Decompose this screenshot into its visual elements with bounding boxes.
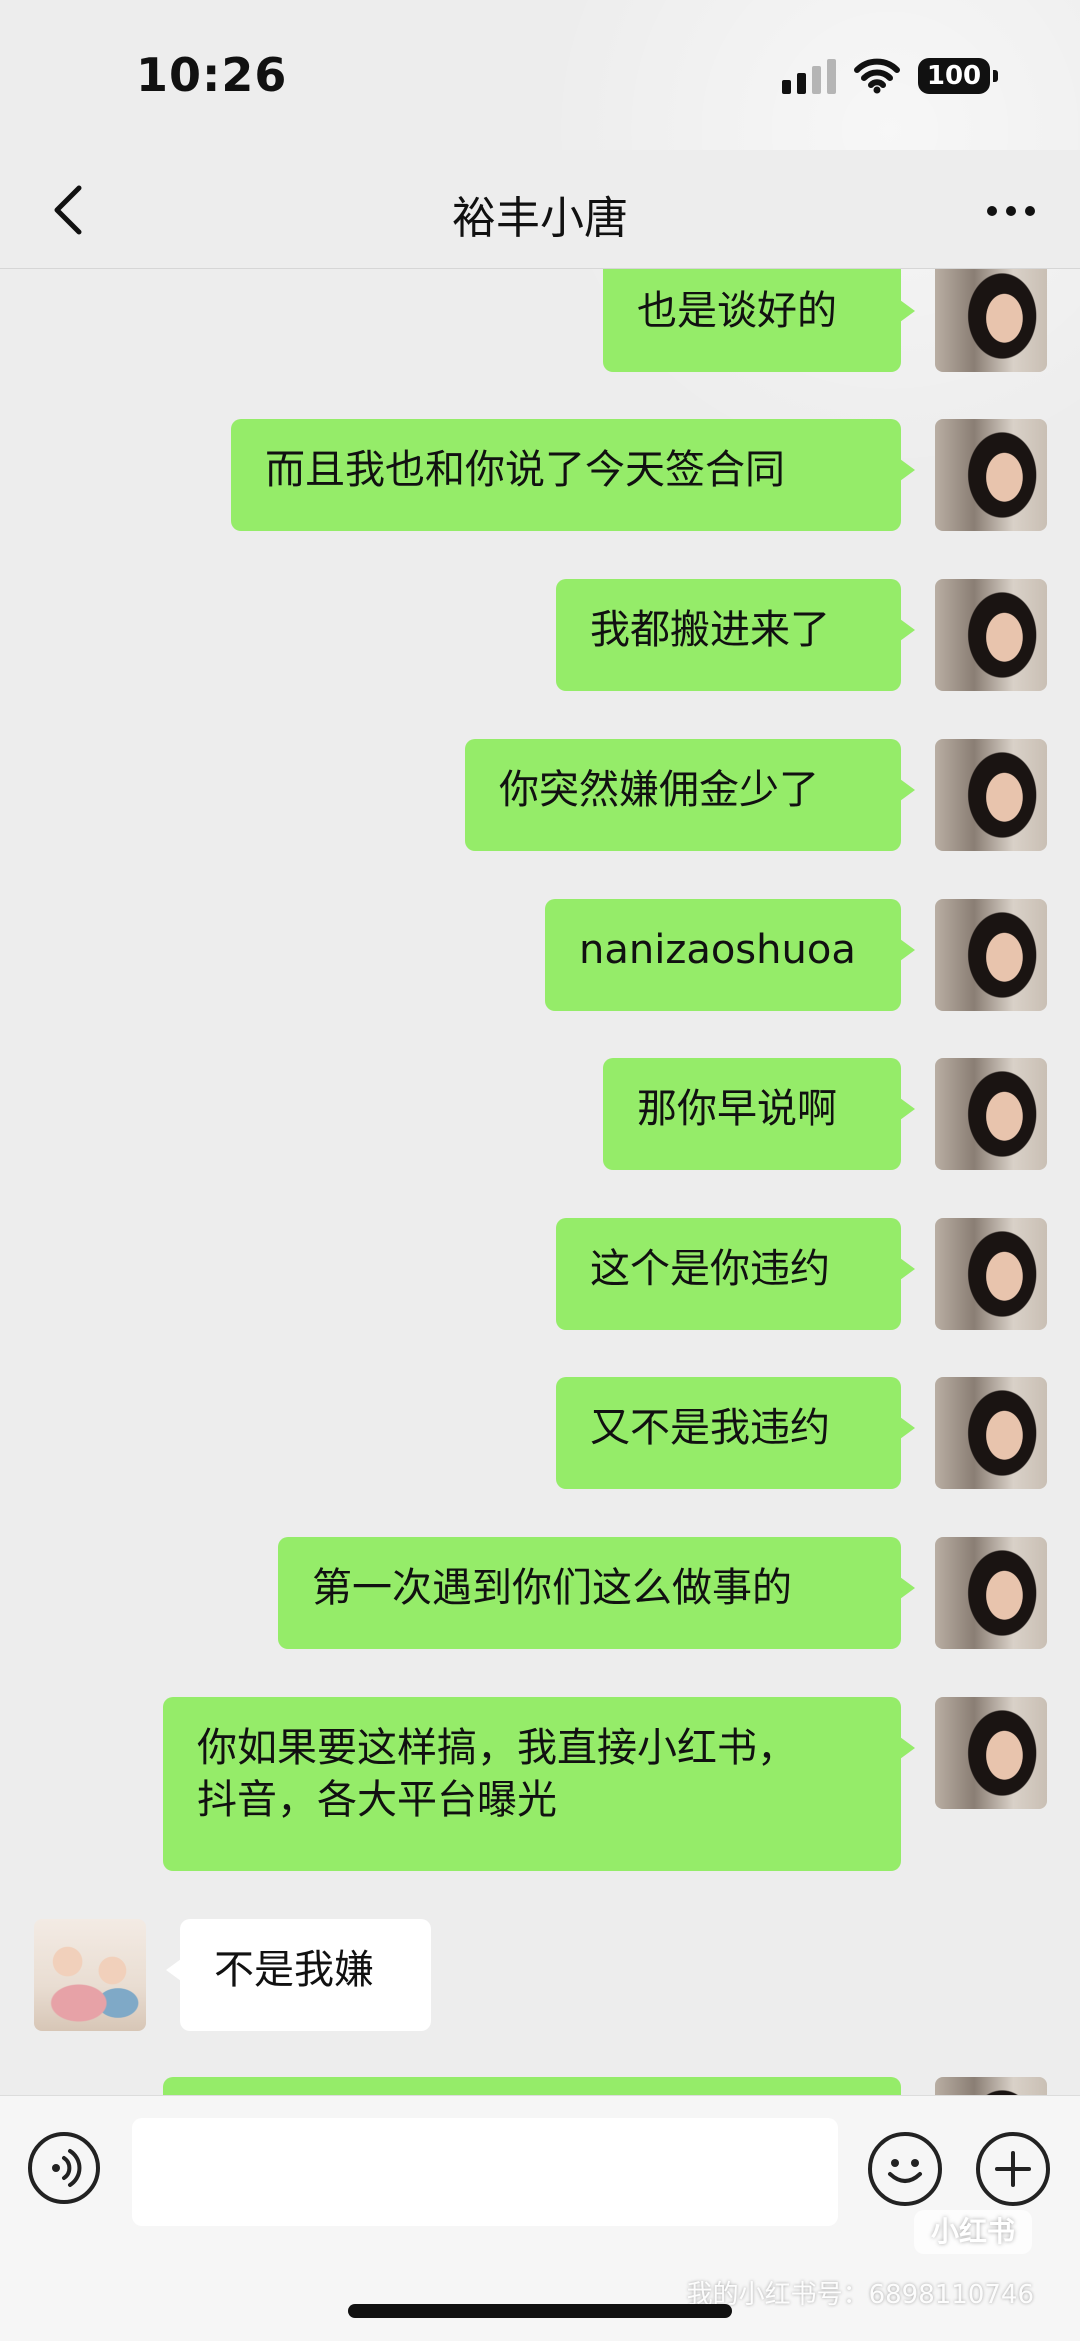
message-bubble[interactable]: 第一次遇到你们这么做事的: [278, 1537, 915, 1649]
status-time: 10:26: [136, 48, 288, 102]
chat-screen: 10:26 100 裕丰小唐 也是谈好的 而且我也和你说了今天签合同 我都搬进来…: [0, 0, 1080, 2341]
my-avatar[interactable]: [935, 1537, 1047, 1649]
plus-icon: [995, 2151, 1031, 2187]
wifi-icon: [854, 58, 900, 94]
message-input[interactable]: [132, 2118, 838, 2226]
more-dots-icon: [987, 206, 997, 216]
my-avatar[interactable]: [935, 269, 1047, 372]
status-bar: 10:26 100: [0, 0, 1080, 150]
message-bubble[interactable]: [163, 2077, 901, 2095]
message-bubble[interactable]: 也是谈好的: [603, 269, 915, 372]
my-avatar[interactable]: [935, 899, 1047, 1011]
status-icons: 100: [782, 58, 998, 94]
emoji-button[interactable]: [868, 2132, 942, 2206]
message-row: [0, 2077, 1080, 2095]
message-row: 你如果要这样搞，我直接小红书， 抖音，各大平台曝光: [0, 1697, 1080, 1871]
message-bubble[interactable]: 我都搬进来了: [556, 579, 915, 691]
message-row: 我都搬进来了: [0, 579, 1080, 691]
my-avatar[interactable]: [935, 579, 1047, 691]
xiaohongshu-watermark-logo: 小红书: [914, 2210, 1032, 2254]
my-avatar[interactable]: [935, 739, 1047, 851]
cellular-signal-icon: [782, 58, 836, 94]
message-bubble[interactable]: nanizaoshuoa: [545, 899, 915, 1011]
my-avatar[interactable]: [935, 419, 1047, 531]
message-row: 这个是你违约: [0, 1218, 1080, 1330]
message-row: 那你早说啊: [0, 1058, 1080, 1170]
watermark-id: 我的小红书号：6898110746: [686, 2280, 1034, 2310]
message-row: 第一次遇到你们这么做事的: [0, 1537, 1080, 1649]
message-row: 而且我也和你说了今天签合同: [0, 419, 1080, 531]
message-bubble[interactable]: 而且我也和你说了今天签合同: [231, 419, 915, 531]
message-row: 也是谈好的: [0, 269, 1080, 372]
my-avatar[interactable]: [935, 1377, 1047, 1489]
message-row: nanizaoshuoa: [0, 899, 1080, 1011]
my-avatar[interactable]: [935, 1218, 1047, 1330]
battery-indicator: 100: [918, 58, 998, 94]
message-bubble[interactable]: 又不是我违约: [556, 1377, 915, 1489]
more-actions-button[interactable]: [976, 2132, 1050, 2206]
message-row-incoming: 不是我嫌: [0, 1919, 1080, 2031]
message-bubble[interactable]: 你突然嫌佣金少了: [465, 739, 915, 851]
voice-input-button[interactable]: [28, 2132, 100, 2204]
message-list[interactable]: 也是谈好的 而且我也和你说了今天签合同 我都搬进来了 你突然嫌佣金少了 nani…: [0, 269, 1080, 2095]
home-indicator[interactable]: [348, 2304, 732, 2318]
my-avatar[interactable]: [935, 1058, 1047, 1170]
contact-avatar[interactable]: [34, 1919, 146, 2031]
chat-title: 裕丰小唐: [452, 193, 628, 244]
message-row: 又不是我违约: [0, 1377, 1080, 1489]
my-avatar[interactable]: [935, 2077, 1047, 2095]
more-options-button[interactable]: [976, 186, 1046, 236]
message-bubble[interactable]: 那你早说啊: [603, 1058, 915, 1170]
chat-header: 裕丰小唐: [0, 150, 1080, 269]
message-row: 你突然嫌佣金少了: [0, 739, 1080, 851]
message-bubble-incoming[interactable]: 不是我嫌: [166, 1919, 431, 2031]
message-bubble[interactable]: 你如果要这样搞，我直接小红书， 抖音，各大平台曝光: [163, 1697, 915, 1871]
emoji-icon: [888, 2159, 922, 2183]
my-avatar[interactable]: [935, 1697, 1047, 1809]
message-bubble[interactable]: 这个是你违约: [556, 1218, 915, 1330]
voice-icon: [52, 2149, 82, 2187]
